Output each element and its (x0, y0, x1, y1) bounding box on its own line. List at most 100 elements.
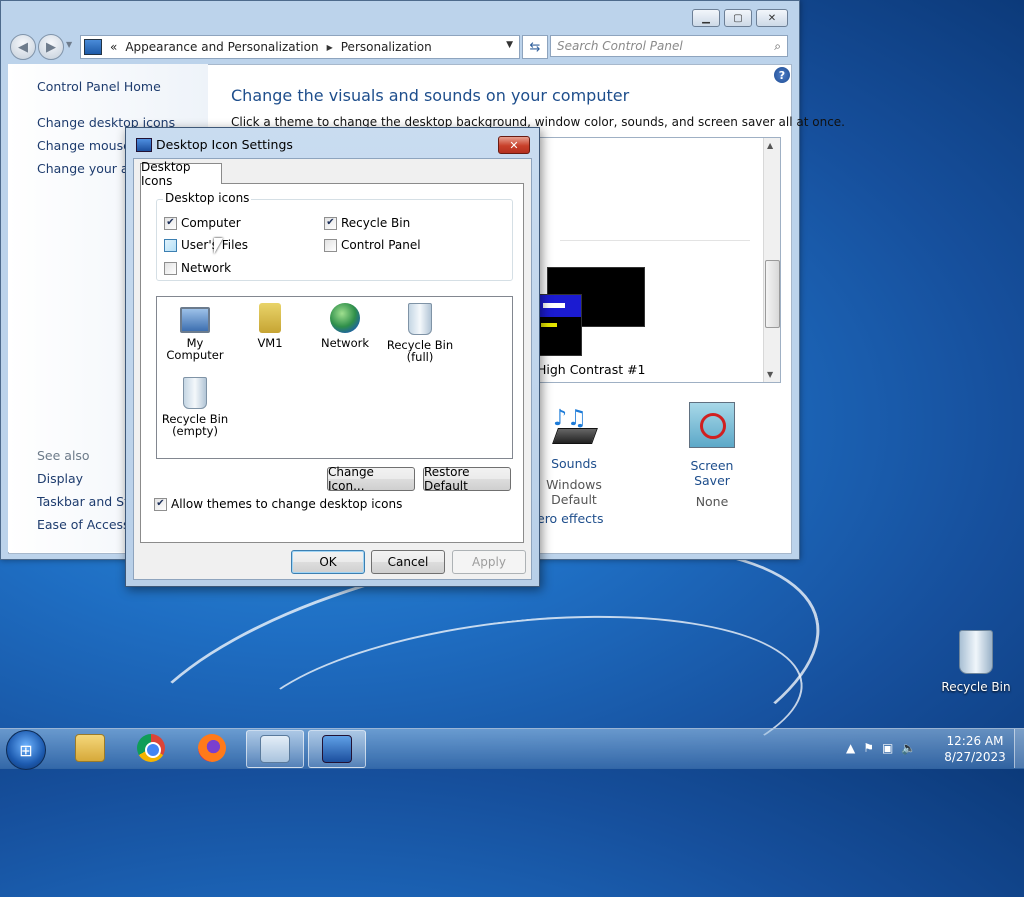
firefox-icon (198, 734, 226, 762)
icon-item-label: Network (320, 336, 370, 350)
display-settings-icon (322, 735, 352, 763)
sounds-label: Sounds (551, 456, 597, 471)
checkbox-control-panel-box[interactable] (324, 238, 337, 252)
desktop-recycle-bin[interactable]: Recycle Bin (940, 630, 1012, 694)
show-desktop-button[interactable] (1014, 729, 1024, 768)
breadcrumb-appearance[interactable]: Appearance and Personalization (125, 40, 318, 54)
checkbox-allow-themes-label: Allow themes to change desktop icons (171, 497, 403, 511)
show-hidden-icons-icon[interactable]: ▲ (846, 741, 855, 755)
taskbar-display-settings[interactable] (308, 730, 366, 768)
icon-item-vm1[interactable]: VM1 (232, 303, 308, 349)
refresh-button[interactable]: ⇆ (522, 35, 548, 59)
screen-saver-setting[interactable]: Screen Saver None (672, 402, 752, 509)
dialog-title: Desktop Icon Settings (156, 137, 293, 152)
taskbar-chrome[interactable] (123, 730, 179, 766)
restore-default-button[interactable]: Restore Default (423, 465, 511, 493)
checkbox-users-files-box[interactable] (164, 238, 177, 252)
checkbox-computer[interactable]: ✔ Computer (164, 216, 241, 230)
file-explorer-icon (75, 734, 105, 762)
tab-desktop-icons[interactable]: Desktop Icons (140, 160, 222, 188)
mouse-cursor-icon (214, 238, 223, 254)
start-button[interactable]: ⊞ (6, 730, 46, 770)
dialog-icon (136, 138, 152, 152)
back-button[interactable]: ◀ (10, 34, 36, 60)
clock-date: 8/27/2023 (944, 750, 1006, 764)
dialog-close-button[interactable]: ✕ (498, 136, 530, 154)
network-icon (330, 303, 360, 333)
checkbox-control-panel[interactable]: Control Panel (324, 238, 421, 252)
breadcrumb-personalization[interactable]: Personalization (341, 40, 432, 54)
icon-item-recycle-bin-empty[interactable]: Recycle Bin (empty) (157, 377, 233, 437)
screen-saver-icon (689, 402, 735, 448)
sounds-icon: ♪♫ (551, 402, 598, 448)
tab-panel: Desktop icons ✔ Computer ✔ Recycle Bin U… (140, 183, 524, 543)
checkbox-computer-box[interactable]: ✔ (164, 216, 177, 230)
recycle-bin-icon (959, 630, 993, 674)
icon-item-label-line2: (full) (406, 350, 434, 364)
theme-label[interactable]: High Contrast #1 (537, 362, 646, 377)
search-input[interactable]: Search Control Panel ⌕ (550, 35, 788, 57)
search-icon[interactable]: ⌕ (774, 39, 781, 54)
scroll-down-icon[interactable]: ▼ (767, 370, 773, 379)
close-window-button[interactable]: ✕ (756, 9, 788, 27)
cancel-button[interactable]: Cancel (371, 550, 445, 574)
recycle-bin-full-icon (408, 303, 432, 335)
desktop-recycle-bin-label: Recycle Bin (941, 680, 1011, 694)
system-tray: ▲ ⚑ ▣ 🔈 (846, 741, 916, 755)
maximize-button[interactable]: ▢ (724, 9, 752, 27)
clock-time: 12:26 AM (946, 734, 1004, 748)
help-icon[interactable]: ? (774, 67, 790, 83)
checkbox-allow-themes-box[interactable]: ✔ (154, 497, 167, 511)
checkbox-recycle-bin-box[interactable]: ✔ (324, 216, 337, 230)
icon-item-recycle-bin-full[interactable]: Recycle Bin (full) (382, 303, 458, 363)
ok-button[interactable]: OK (291, 550, 365, 574)
screen-saver-label: Screen Saver (690, 458, 734, 488)
control-panel-home-link[interactable]: Control Panel Home (37, 79, 161, 94)
checkbox-control-panel-label: Control Panel (341, 238, 421, 252)
dialog-client-area: Desktop Icons Desktop icons ✔ Computer ✔… (133, 158, 532, 580)
breadcrumb-overflow[interactable]: « (110, 40, 117, 54)
taskbar-firefox[interactable] (184, 730, 240, 766)
icon-list[interactable]: My Computer VM1 Network Recycle Bin (ful… (156, 296, 513, 459)
volume-muted-icon[interactable]: 🔈 (901, 741, 916, 755)
clock[interactable]: 12:26 AM 8/27/2023 (940, 733, 1010, 765)
checkbox-network-box[interactable] (164, 261, 177, 275)
theme-scrollbar[interactable]: ▲ ▼ (763, 138, 780, 382)
checkbox-network[interactable]: Network (164, 261, 231, 275)
minimize-button[interactable]: ▁ (692, 9, 720, 27)
control-panel-icon (260, 735, 290, 763)
chrome-icon (137, 734, 165, 762)
breadcrumb-separator-icon[interactable]: ▶ (327, 43, 333, 52)
address-dropdown-icon[interactable]: ▼ (506, 40, 513, 50)
checkbox-allow-themes[interactable]: ✔ Allow themes to change desktop icons (154, 497, 402, 511)
address-bar[interactable]: « Appearance and Personalization ▶ Perso… (80, 35, 520, 59)
desktop-icon-settings-dialog: Desktop Icon Settings ✕ Desktop Icons De… (125, 127, 540, 587)
scroll-up-icon[interactable]: ▲ (767, 141, 773, 150)
apply-button[interactable]: Apply (452, 550, 526, 574)
icon-item-label: My Computer (166, 336, 224, 362)
group-title: Desktop icons (163, 191, 252, 205)
forward-button[interactable]: ▶ (38, 34, 64, 60)
computer-icon (180, 307, 210, 333)
sounds-setting[interactable]: ♪♫ Sounds Windows Default (534, 402, 614, 507)
icon-item-network[interactable]: Network (307, 303, 383, 349)
user-folder-icon (259, 303, 281, 333)
taskbar-file-explorer[interactable] (62, 730, 118, 766)
checkbox-recycle-bin-label: Recycle Bin (341, 216, 411, 230)
icon-item-my-computer[interactable]: My Computer (157, 303, 233, 361)
checkbox-users-files[interactable]: User's Files (164, 238, 248, 252)
action-center-icon[interactable]: ⚑ (863, 741, 874, 755)
high-contrast-theme-window-preview[interactable] (538, 294, 582, 356)
checkbox-computer-label: Computer (181, 216, 241, 230)
change-icon-button[interactable]: Change Icon... (327, 465, 415, 493)
aero-effects-link[interactable]: ero effects (537, 511, 603, 526)
network-status-icon[interactable]: ▣ (882, 741, 893, 755)
window-controls: ▁ ▢ ✕ (692, 9, 788, 27)
scroll-thumb[interactable] (765, 260, 780, 328)
checkbox-recycle-bin[interactable]: ✔ Recycle Bin (324, 216, 410, 230)
see-also-heading: See also (37, 448, 90, 463)
control-panel-icon (84, 39, 102, 55)
recent-pages-icon[interactable]: ▼ (66, 40, 72, 49)
taskbar-control-panel[interactable] (246, 730, 304, 768)
display-link[interactable]: Display (37, 471, 83, 486)
